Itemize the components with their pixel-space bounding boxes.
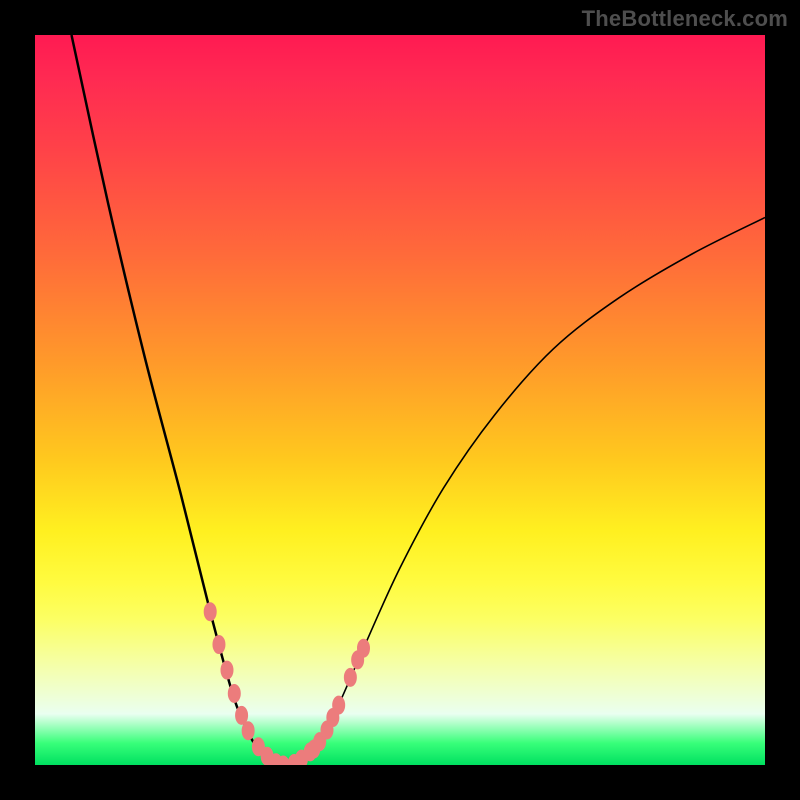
left-curve (72, 35, 284, 765)
data-bead (333, 696, 345, 714)
data-bead (344, 668, 356, 686)
plot-area (35, 35, 765, 765)
curve-svg (35, 35, 765, 765)
watermark-text: TheBottleneck.com (582, 6, 788, 32)
data-bead (242, 722, 254, 740)
data-bead (213, 636, 225, 654)
chart-frame: TheBottleneck.com (0, 0, 800, 800)
data-bead (358, 639, 370, 657)
data-bead (221, 661, 233, 679)
data-bead (204, 603, 216, 621)
data-bead (228, 684, 240, 702)
data-bead (236, 706, 248, 724)
